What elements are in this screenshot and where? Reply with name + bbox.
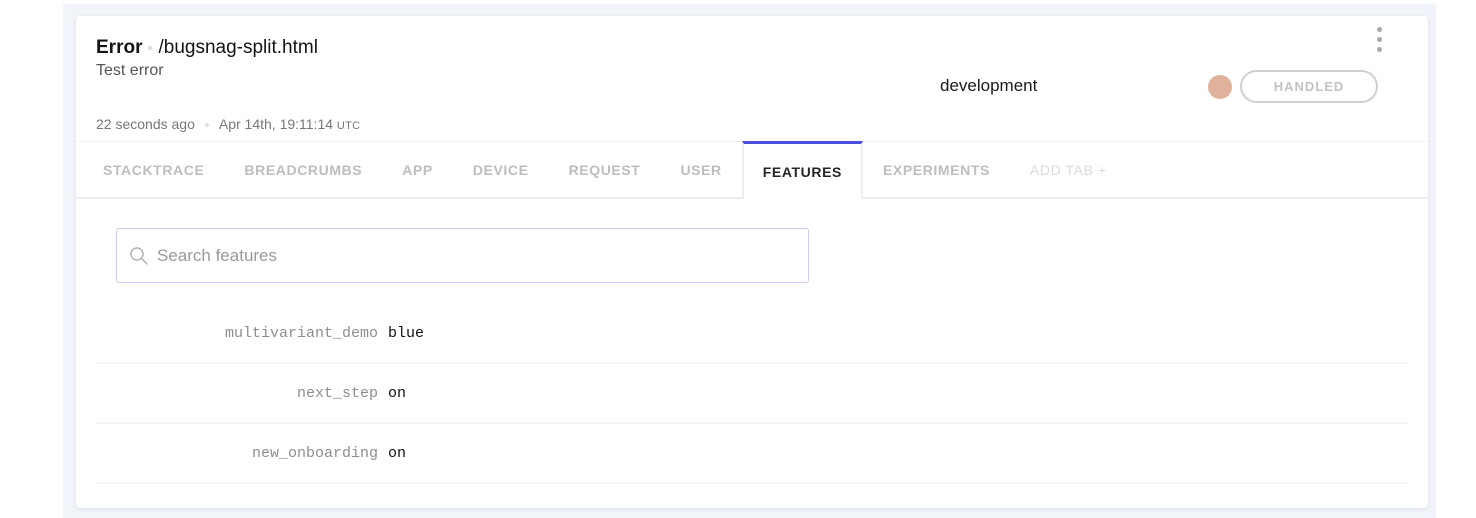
menu-dot xyxy=(1376,36,1382,42)
absolute-time: Apr 14th, 19:11:14 xyxy=(218,116,334,132)
feature-flag-name: multivariant_demo xyxy=(224,324,378,342)
relative-time: 22 seconds ago xyxy=(96,116,195,132)
tab-app[interactable]: APP xyxy=(382,142,453,197)
feature-flag-name: next_step xyxy=(296,384,378,402)
more-vertical-icon[interactable] xyxy=(1372,24,1386,54)
error-context: /bugsnag-split.html xyxy=(158,37,318,58)
tab-bar: STACKTRACE BREADCRUMBS APP DEVICE REQUES… xyxy=(76,141,1428,199)
error-header: Error/bugsnag-split.html Test error 22 s… xyxy=(76,16,1428,142)
timezone: UTC xyxy=(336,120,361,132)
tab-stacktrace[interactable]: STACKTRACE xyxy=(83,142,224,197)
feature-flag-variant: on xyxy=(388,444,407,462)
tab-request[interactable]: REQUEST xyxy=(549,142,661,197)
feature-flag-variant: blue xyxy=(388,324,425,342)
feature-flag-name: new_onboarding xyxy=(251,444,378,462)
error-class: Error xyxy=(96,37,143,58)
error-title: Error/bugsnag-split.html xyxy=(96,37,318,59)
feature-flag-row: multivariant_demo blue xyxy=(96,304,1408,364)
feature-flag-variant: on xyxy=(388,384,407,402)
menu-dot xyxy=(1376,26,1382,32)
handled-badge: HANDLED xyxy=(1240,70,1378,103)
tab-breadcrumbs[interactable]: BREADCRUMBS xyxy=(224,142,382,197)
tab-experiments[interactable]: EXPERIMENTS xyxy=(863,142,1010,197)
menu-dot xyxy=(1376,46,1382,52)
feature-flag-row: new_onboarding on xyxy=(96,424,1408,484)
tab-user[interactable]: USER xyxy=(660,142,741,197)
search-features-input[interactable] xyxy=(157,245,777,266)
error-message: Test error xyxy=(96,62,164,79)
add-tab-button[interactable]: ADD TAB + xyxy=(1010,142,1127,197)
severity-indicator xyxy=(1208,75,1232,99)
separator-dot xyxy=(148,45,153,50)
release-stage: development xyxy=(940,76,1038,95)
separator-dot xyxy=(204,123,209,128)
feature-flags-list: multivariant_demo blue next_step on new_… xyxy=(96,304,1408,484)
error-details-card: Error/bugsnag-split.html Test error 22 s… xyxy=(76,16,1428,508)
error-timestamps: 22 seconds ago Apr 14th, 19:11:14 UTC xyxy=(96,116,360,132)
tab-device[interactable]: DEVICE xyxy=(453,142,549,197)
search-features-field[interactable] xyxy=(116,228,809,283)
search-icon xyxy=(130,246,148,265)
tab-features[interactable]: FEATURES xyxy=(741,141,863,199)
feature-flag-row: next_step on xyxy=(96,364,1408,424)
